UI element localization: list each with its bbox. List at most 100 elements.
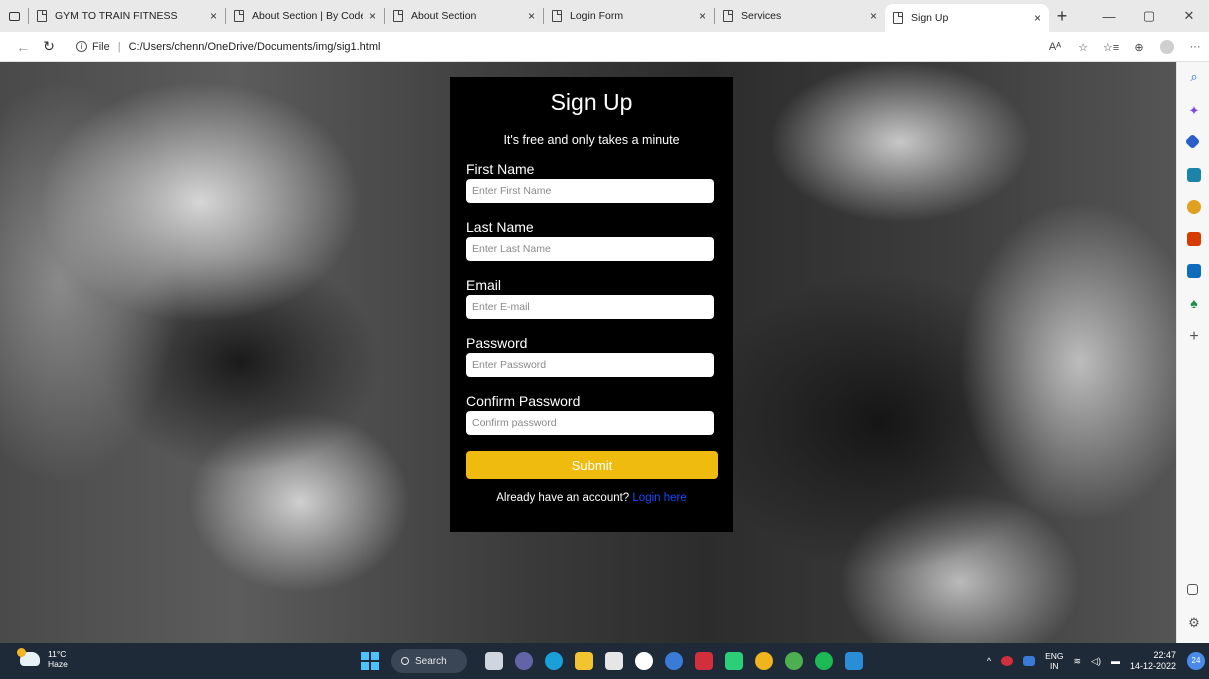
microsoft-store-icon[interactable] xyxy=(605,652,623,670)
weather-haze-icon xyxy=(17,648,40,666)
last-name-label: Last Name xyxy=(466,219,534,235)
tab-title: Sign Up xyxy=(911,12,949,24)
wifi-icon[interactable]: ≋ xyxy=(1073,656,1081,667)
tab-actions-button[interactable] xyxy=(0,0,28,32)
maximize-button[interactable]: ▢ xyxy=(1129,0,1169,32)
tab-close-icon[interactable]: × xyxy=(1034,11,1041,25)
tray-app-icon[interactable] xyxy=(1001,656,1014,666)
password-input[interactable] xyxy=(466,353,714,377)
outlook-icon[interactable] xyxy=(1187,264,1201,278)
mcafee-icon[interactable] xyxy=(695,652,713,670)
taskbar-apps: Search xyxy=(361,649,869,673)
login-prompt-text: Already have an account? xyxy=(496,492,630,504)
add-sidebar-app-icon[interactable]: + xyxy=(1187,329,1201,345)
taskbar-search-label: Search xyxy=(415,655,447,667)
read-aloud-icon[interactable]: Aᴬ xyxy=(1041,41,1069,53)
tab-title: About Section xyxy=(411,10,477,22)
file-label: File xyxy=(92,40,110,53)
favorite-star-icon[interactable]: ☆ xyxy=(1069,41,1097,54)
email-label: Email xyxy=(466,277,502,293)
tab-close-icon[interactable]: × xyxy=(528,9,535,23)
spotify-icon[interactable] xyxy=(815,652,833,670)
page-icon xyxy=(893,12,903,24)
code-blocks-icon[interactable] xyxy=(665,652,683,670)
github-icon[interactable] xyxy=(635,652,653,670)
tab-services[interactable]: Services × xyxy=(715,0,885,32)
favorites-list-icon[interactable]: ☆≡ xyxy=(1097,41,1125,54)
task-view-icon[interactable] xyxy=(485,652,503,670)
url-separator: | xyxy=(117,40,121,53)
tab-login-form[interactable]: Login Form × xyxy=(544,0,714,32)
windows-start-icon[interactable] xyxy=(361,652,379,670)
system-tray: ^ ENG IN ≋ ◁) ▬ 22:47 14-12-2022 24 xyxy=(982,643,1209,679)
url-text[interactable]: C:/Users/chenn/OneDrive/Documents/img/si… xyxy=(129,41,381,53)
tab-title: Login Form xyxy=(570,10,624,22)
refresh-icon[interactable]: ↻ xyxy=(36,38,62,55)
email-input[interactable] xyxy=(466,295,714,319)
tab-close-icon[interactable]: × xyxy=(870,9,877,23)
clock-date: 14-12-2022 xyxy=(1129,661,1176,671)
games-icon[interactable] xyxy=(1187,200,1201,214)
file-explorer-icon[interactable] xyxy=(575,652,593,670)
login-here-link[interactable]: Login here xyxy=(632,492,686,504)
show-hidden-icons-chevron-icon[interactable]: ^ xyxy=(987,656,991,666)
copilot-sparkle-icon[interactable]: ✦ xyxy=(1187,104,1201,118)
search-icon[interactable]: ⌕ xyxy=(1187,70,1201,84)
chrome-canary-icon[interactable] xyxy=(755,652,773,670)
tab-actions-icon xyxy=(8,11,20,21)
back-arrow-icon[interactable]: ← xyxy=(10,39,36,55)
tab-about-section[interactable]: About Section × xyxy=(385,0,543,32)
last-name-input[interactable] xyxy=(466,237,714,261)
close-window-button[interactable]: ✕ xyxy=(1169,0,1209,32)
tab-title: About Section | By Code Inf xyxy=(252,10,363,22)
teams-chat-icon[interactable] xyxy=(515,652,533,670)
tab-about-section-code[interactable]: About Section | By Code Inf × xyxy=(226,0,384,32)
chrome-icon[interactable] xyxy=(785,652,803,670)
profile-avatar[interactable] xyxy=(1160,40,1174,54)
edge-browser-icon[interactable] xyxy=(545,652,563,670)
drop-tree-icon[interactable]: ♠ xyxy=(1187,296,1201,310)
tools-icon[interactable] xyxy=(1187,168,1201,182)
tab-title: Services xyxy=(741,10,782,22)
page-icon xyxy=(393,10,403,22)
sidebar-settings-gear-icon[interactable]: ⚙ xyxy=(1187,616,1201,630)
tab-sign-up[interactable]: Sign Up × xyxy=(885,4,1049,32)
submit-button[interactable]: Submit xyxy=(466,451,718,479)
password-label: Password xyxy=(466,335,528,351)
tab-close-icon[interactable]: × xyxy=(699,9,706,23)
new-tab-button[interactable]: + xyxy=(1049,6,1075,27)
tab-gym-to-train-fitness[interactable]: GYM TO TRAIN FITNESS × xyxy=(29,0,225,32)
tab-close-icon[interactable]: × xyxy=(210,9,217,23)
address-bar-tools: Aᴬ ☆ ☆≡ ⊕ ··· xyxy=(1041,32,1209,62)
taskbar: 11°C Haze Search ^ ENG IN ≋ ◁) ▬ 22:47 1… xyxy=(0,643,1209,679)
taskbar-search[interactable]: Search xyxy=(391,649,467,673)
office-icon[interactable] xyxy=(1187,232,1201,246)
signup-form: First Name Last Name Email Password Conf… xyxy=(466,161,718,504)
tray-sync-icon[interactable] xyxy=(1023,656,1036,666)
hide-sidebar-icon[interactable] xyxy=(1187,584,1198,595)
speaker-icon[interactable]: ◁) xyxy=(1091,656,1101,667)
page-background: Sign Up It's free and only takes a minut… xyxy=(0,62,1176,643)
weather-widget[interactable]: 11°C Haze xyxy=(17,648,68,669)
battery-icon[interactable]: ▬ xyxy=(1111,656,1120,666)
confirm-password-label: Confirm Password xyxy=(466,393,581,409)
tab-close-icon[interactable]: × xyxy=(369,9,376,23)
collections-icon[interactable]: ⊕ xyxy=(1125,41,1153,54)
login-prompt-row: Already have an account? Login here xyxy=(466,492,717,504)
vscode-icon[interactable] xyxy=(845,652,863,670)
notification-badge[interactable]: 24 xyxy=(1187,652,1205,670)
more-menu-icon[interactable]: ··· xyxy=(1181,41,1209,53)
shopping-tag-icon[interactable] xyxy=(1184,133,1201,150)
pycharm-icon[interactable] xyxy=(725,652,743,670)
confirm-password-input[interactable] xyxy=(466,411,714,435)
weather-description: Haze xyxy=(48,659,68,669)
first-name-input[interactable] xyxy=(466,179,714,203)
info-icon[interactable]: i xyxy=(76,41,87,52)
clock[interactable]: 22:47 14-12-2022 xyxy=(1130,650,1176,672)
signup-title: Sign Up xyxy=(550,89,633,115)
language-code: ENG xyxy=(1045,651,1064,661)
edge-sidebar: ⌕ ✦ ♠ + ⚙ xyxy=(1176,62,1209,643)
minimize-button[interactable]: — xyxy=(1089,0,1129,32)
language-indicator[interactable]: ENG IN xyxy=(1045,651,1063,671)
page-icon xyxy=(37,10,47,22)
